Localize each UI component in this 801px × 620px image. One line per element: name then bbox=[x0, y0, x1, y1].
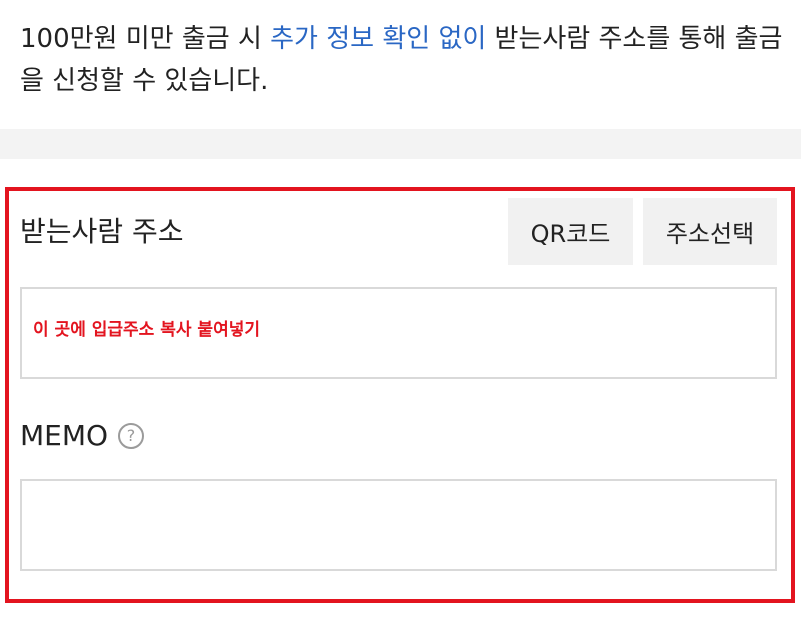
help-circle-icon[interactable]: ? bbox=[118, 423, 145, 449]
memo-label: MEMO ? bbox=[20, 416, 145, 456]
address-select-button[interactable]: 주소선택 bbox=[643, 198, 777, 265]
withdrawal-notice: 100만원 미만 출금 시 추가 정보 확인 없이 받는사람 주소를 통해 출금… bbox=[20, 18, 790, 102]
section-divider bbox=[0, 129, 801, 159]
notice-prefix: 100만원 미만 출금 시 bbox=[20, 24, 271, 54]
notice-highlight: 추가 정보 확인 없이 bbox=[270, 24, 487, 54]
qr-code-button[interactable]: QR코드 bbox=[508, 198, 633, 265]
recipient-address-label: 받는사람 주소 bbox=[20, 215, 184, 248]
memo-label-text: MEMO bbox=[20, 419, 109, 452]
memo-input[interactable] bbox=[20, 479, 777, 571]
paste-address-hint: 이 곳에 입급주소 복사 붙여넣기 bbox=[33, 320, 260, 340]
